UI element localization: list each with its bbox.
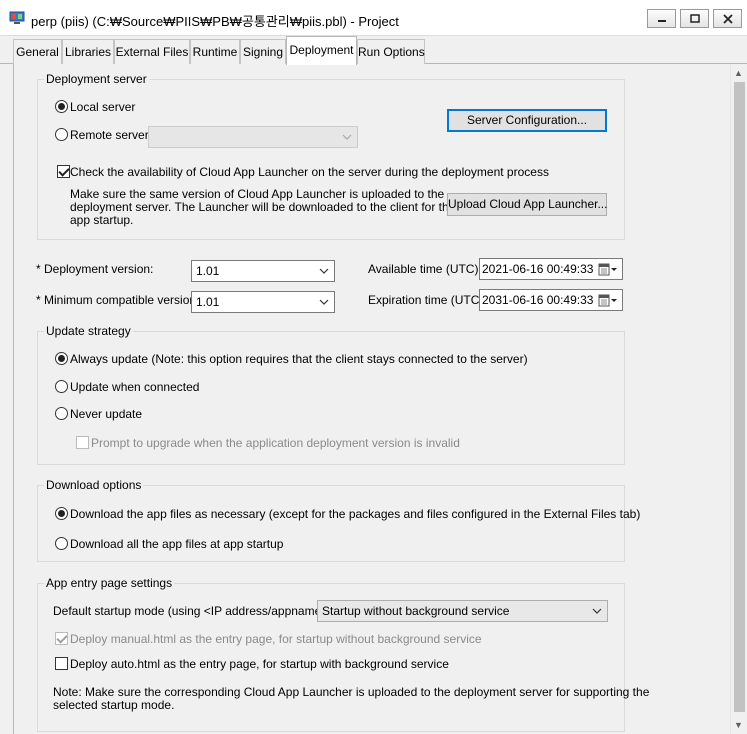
close-icon xyxy=(722,13,733,24)
entry-note-line1: Note: Make sure the corresponding Cloud … xyxy=(53,685,650,699)
chevron-down-icon xyxy=(319,268,329,274)
deployment-version-label: Deployment version: xyxy=(44,262,154,276)
server-configuration-button[interactable]: Server Configuration... xyxy=(447,109,607,132)
expiration-time-value: 2031-06-16 00:49:33 xyxy=(482,293,594,307)
local-server-radio[interactable] xyxy=(55,100,68,113)
calendar-icon xyxy=(598,294,617,307)
download-all-radio[interactable] xyxy=(55,537,68,550)
tab-run-options[interactable]: Run Options xyxy=(357,39,425,64)
startup-mode-label: Default startup mode (using <IP address/… xyxy=(53,604,336,618)
deploy-manual-label: Deploy manual.html as the entry page, fo… xyxy=(70,632,482,646)
deploy-auto-checkbox[interactable] xyxy=(55,657,68,670)
chevron-down-icon xyxy=(592,608,602,614)
download-as-necessary-radio[interactable] xyxy=(55,507,68,520)
prompt-upgrade-checkbox[interactable] xyxy=(76,436,89,449)
maximize-button[interactable] xyxy=(680,9,709,28)
never-update-radio[interactable] xyxy=(55,407,68,420)
never-update-label: Never update xyxy=(70,407,143,421)
tab-deployment[interactable]: Deployment xyxy=(286,36,357,65)
tab-libraries[interactable]: Libraries xyxy=(62,39,114,64)
deploy-manual-checkbox[interactable] xyxy=(55,632,68,645)
expiration-time-picker[interactable]: 2031-06-16 00:49:33 xyxy=(479,289,623,311)
scroll-up-icon[interactable]: ▲ xyxy=(734,68,743,78)
prompt-upgrade-label: Prompt to upgrade when the application d… xyxy=(91,436,460,450)
minimize-button[interactable] xyxy=(647,9,676,28)
chevron-down-icon xyxy=(319,299,329,305)
download-as-necessary-label: Download the app files as necessary (exc… xyxy=(70,507,641,521)
check-availability-checkbox[interactable] xyxy=(57,165,70,178)
tab-strip: General Libraries External Files Runtime… xyxy=(0,36,747,65)
group-legend: Download options xyxy=(44,478,144,492)
available-time-value: 2021-06-16 00:49:33 xyxy=(482,262,594,276)
chevron-down-icon xyxy=(342,134,352,140)
remote-server-combo[interactable] xyxy=(148,126,358,148)
required-marker: * xyxy=(36,293,41,307)
maximize-icon xyxy=(689,13,700,23)
remote-server-label: Remote server xyxy=(70,128,149,142)
download-all-label: Download all the app files at app startu… xyxy=(70,537,284,551)
minimize-icon xyxy=(657,19,666,22)
entry-page-group: App entry page settings Default startup … xyxy=(37,576,649,732)
remote-server-radio[interactable] xyxy=(55,128,68,141)
available-time-label: Available time (UTC): xyxy=(368,262,482,276)
group-legend: Deployment server xyxy=(44,72,149,86)
always-update-label: Always update (Note: this option require… xyxy=(70,352,528,366)
group-legend: Update strategy xyxy=(44,324,133,338)
tab-signing[interactable]: Signing xyxy=(240,39,286,64)
vertical-scrollbar[interactable]: ▲ ▼ xyxy=(730,64,747,734)
startup-mode-combo[interactable]: Startup without background service xyxy=(317,600,608,622)
deploy-auto-label: Deploy auto.html as the entry page, for … xyxy=(70,657,449,671)
scrollbar-thumb[interactable] xyxy=(734,82,745,712)
title-bar: perp (piis) (C:₩Source₩PIIS₩PB₩공통관리₩piis… xyxy=(0,0,747,36)
expiration-time-label: Expiration time (UTC): xyxy=(368,293,487,307)
calendar-icon xyxy=(598,263,617,276)
upload-launcher-button[interactable]: Upload Cloud App Launcher... xyxy=(447,193,607,216)
close-button[interactable] xyxy=(713,9,742,28)
deployment-version-value: 1.01 xyxy=(196,264,220,278)
tab-runtime[interactable]: Runtime xyxy=(190,39,240,64)
min-version-combo[interactable]: 1.01 xyxy=(191,291,335,313)
window-title: perp (piis) (C:₩Source₩PIIS₩PB₩공통관리₩piis… xyxy=(31,14,399,29)
startup-mode-value: Startup without background service xyxy=(322,604,510,618)
min-version-label: Minimum compatible version: xyxy=(44,293,200,307)
always-update-radio[interactable] xyxy=(55,352,68,365)
tab-external-files[interactable]: External Files xyxy=(114,39,190,64)
available-time-picker[interactable]: 2021-06-16 00:49:33 xyxy=(479,258,623,280)
check-availability-label: Check the availability of Cloud App Laun… xyxy=(70,165,549,179)
launcher-note-line2: deployment server. The Launcher will be … xyxy=(70,200,456,214)
min-version-value: 1.01 xyxy=(196,295,220,309)
app-icon xyxy=(9,11,25,24)
local-server-label: Local server xyxy=(70,100,136,114)
deployment-server-group: Deployment server Local server Remote se… xyxy=(37,72,625,240)
deployment-panel: Deployment server Local server Remote se… xyxy=(13,64,730,734)
deployment-version-combo[interactable]: 1.01 xyxy=(191,260,335,282)
update-strategy-group: Update strategy Always update (Note: thi… xyxy=(37,324,625,465)
tab-general[interactable]: General xyxy=(13,39,62,64)
group-legend: App entry page settings xyxy=(44,576,175,590)
entry-note-line2: selected startup mode. xyxy=(53,698,175,712)
launcher-note-line3: app startup. xyxy=(70,213,134,227)
update-when-connected-radio[interactable] xyxy=(55,380,68,393)
scroll-down-icon[interactable]: ▼ xyxy=(734,720,743,730)
update-when-connected-label: Update when connected xyxy=(70,380,200,394)
download-options-group: Download options Download the app files … xyxy=(37,478,640,562)
launcher-note-line1: Make sure the same version of Cloud App … xyxy=(70,187,445,201)
required-marker: * xyxy=(36,262,41,276)
